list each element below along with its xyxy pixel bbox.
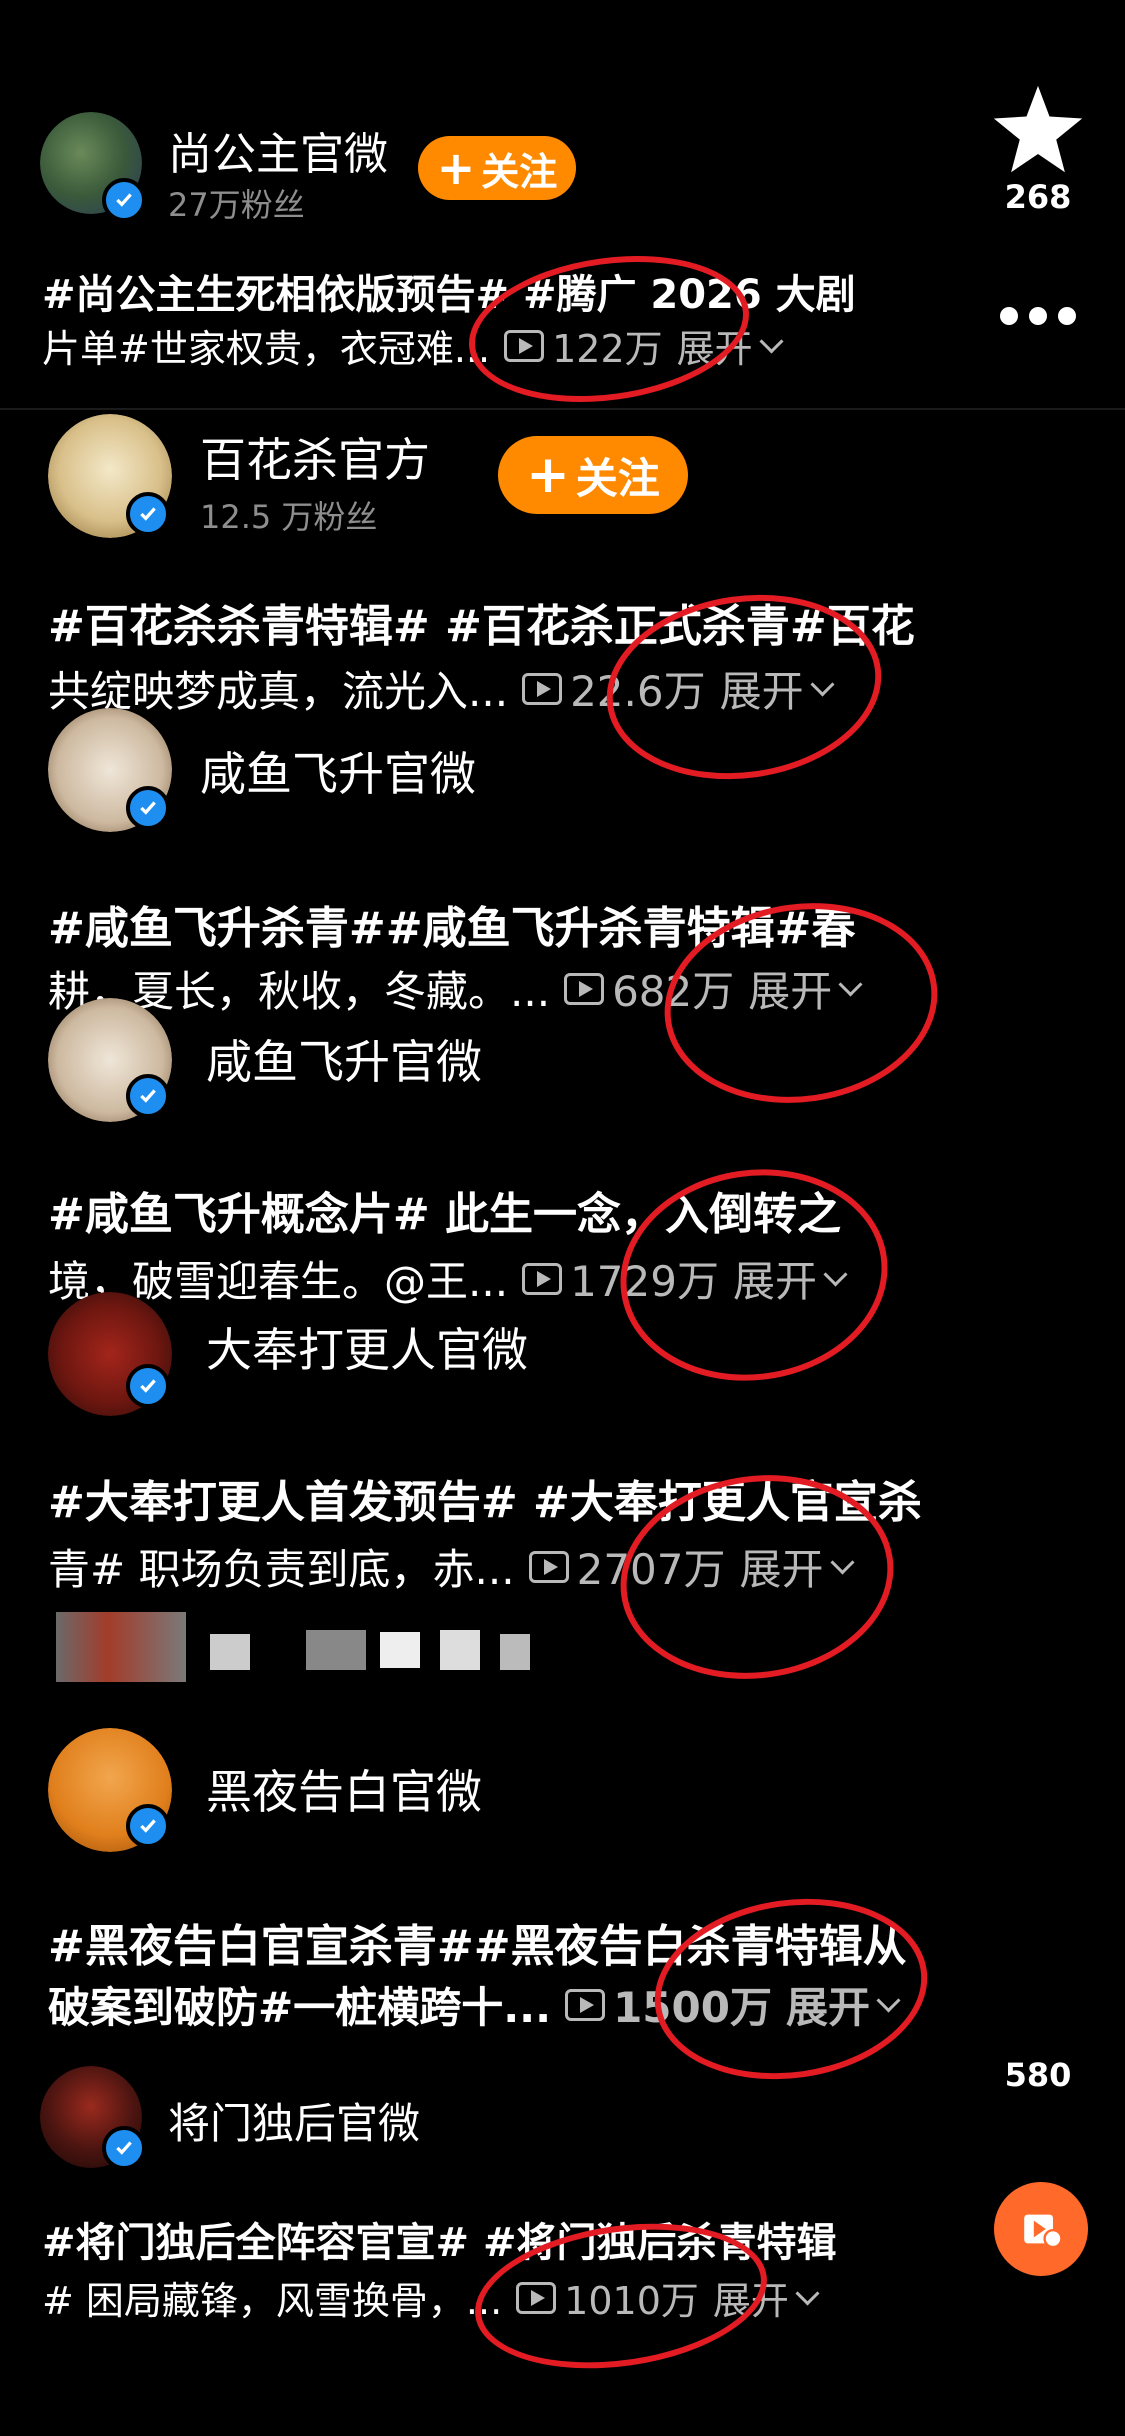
account-name[interactable]: 尚公主官微 [168,118,388,182]
follow-button[interactable]: + 关注 [418,136,576,200]
excerpt-text: # 困局藏锋，风雪换骨，... [42,2279,503,2323]
verified-badge-icon [126,1804,170,1848]
comment-count: 580 [1004,2056,1072,2094]
blurred-block [306,1630,366,1670]
play-icon [564,972,605,1005]
post-excerpt[interactable]: 耕，夏长，秋收，冬藏。... 682万 展开 [48,958,863,1019]
expand-link[interactable]: 展开 [720,658,835,719]
blurred-block [210,1634,250,1670]
star-count: 268 [1004,178,1072,216]
account-name[interactable]: 咸鱼飞升官微 [206,1026,482,1092]
view-count: 122万 [504,318,663,373]
share-video-icon [1024,2214,1063,2249]
verified-badge-icon [126,1074,170,1118]
post-title[interactable]: #黑夜告白官宣杀青##黑夜告白杀青特辑从 [48,1910,907,1974]
view-count: 1010万 [516,2270,699,2325]
account-name[interactable]: 将门独后官微 [168,2090,420,2151]
view-count: 2707万 [528,1536,726,1597]
verified-badge-icon [102,178,146,222]
view-count: 1729万 [522,1248,719,1309]
view-count: 22.6万 [522,658,706,719]
post-title[interactable]: #尚公主生死相依版预告# #腾广 2026 大剧 [42,262,856,320]
verified-badge-icon [126,1364,170,1408]
account-name[interactable]: 大奉打更人官微 [206,1314,528,1380]
more-icon[interactable] [1000,302,1076,330]
expand-link[interactable]: 展开 [748,958,863,1019]
post-excerpt[interactable]: # 困局藏锋，风雪换骨，... 1010万 展开 [42,2270,820,2325]
blurred-block [380,1632,420,1668]
expand-link[interactable]: 展开 [677,318,784,373]
post-title[interactable]: #大奉打更人首发预告# #大奉打更人官宣杀 [48,1466,922,1530]
blurred-block [500,1634,530,1670]
verified-badge-icon [126,786,170,830]
post-excerpt[interactable]: 共绽映梦成真，流光入... 22.6万 展开 [48,658,835,719]
blurred-block [440,1630,480,1670]
post-excerpt[interactable]: 青# 职场负责到底，赤... 2707万 展开 [48,1536,855,1597]
view-count: 682万 [564,958,734,1019]
play-icon [522,672,563,705]
excerpt-text: 破案到破防#一桩横跨十... [48,1983,552,2032]
verified-badge-icon [102,2126,146,2170]
expand-link[interactable]: 展开 [733,1248,848,1309]
expand-link[interactable]: 展开 [713,2270,820,2325]
account-name[interactable]: 黑夜告白官微 [206,1756,482,1822]
view-count: 1500万 [565,1974,772,2035]
chevron-down-icon [795,2281,820,2306]
play-icon [528,1550,569,1583]
follow-button[interactable]: + 关注 [498,436,688,514]
fans-count: 12.5 万粉丝 [200,498,378,536]
verified-badge-icon [126,492,170,536]
account-name[interactable]: 咸鱼飞升官微 [200,738,476,804]
excerpt-text: 片单#世家权贵，衣冠难... [42,327,491,371]
fans-count: 27万粉丝 [168,186,305,224]
play-icon [522,1262,563,1295]
expand-link[interactable]: 展开 [740,1536,855,1597]
blurred-avatar [56,1612,186,1682]
chevron-down-icon [823,1262,848,1287]
post-excerpt[interactable]: 境，破雪迎春生。@王... 1729万 展开 [48,1248,848,1309]
chevron-down-icon [838,972,863,997]
chevron-down-icon [810,672,835,697]
chevron-down-icon [876,1988,901,2013]
divider [0,408,1125,410]
excerpt-text: 青# 职场负责到底，赤... [48,1545,515,1594]
play-icon [516,2281,557,2314]
post-title[interactable]: #百花杀杀青特辑# #百花杀正式杀青#百花 [48,590,915,654]
post-excerpt[interactable]: 破案到破防#一桩横跨十... 1500万 展开 [48,1974,901,2035]
post-title[interactable]: #咸鱼飞升杀青##咸鱼飞升杀青特辑#春 [48,892,855,956]
post-title[interactable]: #咸鱼飞升概念片# 此生一念，入倒转之 [48,1178,841,1242]
post-title[interactable]: #将门独后全阵容官宣# #将门独后杀青特辑 [42,2210,836,2268]
chevron-down-icon [759,329,784,354]
play-icon [504,329,545,362]
expand-link[interactable]: 展开 [786,1974,901,2035]
post-excerpt[interactable]: 片单#世家权贵，衣冠难... 122万 展开 [42,318,784,373]
account-name[interactable]: 百花杀官方 [200,424,430,490]
play-icon [565,1988,606,2021]
star-icon[interactable] [990,82,1086,178]
share-video-button[interactable] [994,2182,1088,2276]
chevron-down-icon [829,1550,855,1575]
